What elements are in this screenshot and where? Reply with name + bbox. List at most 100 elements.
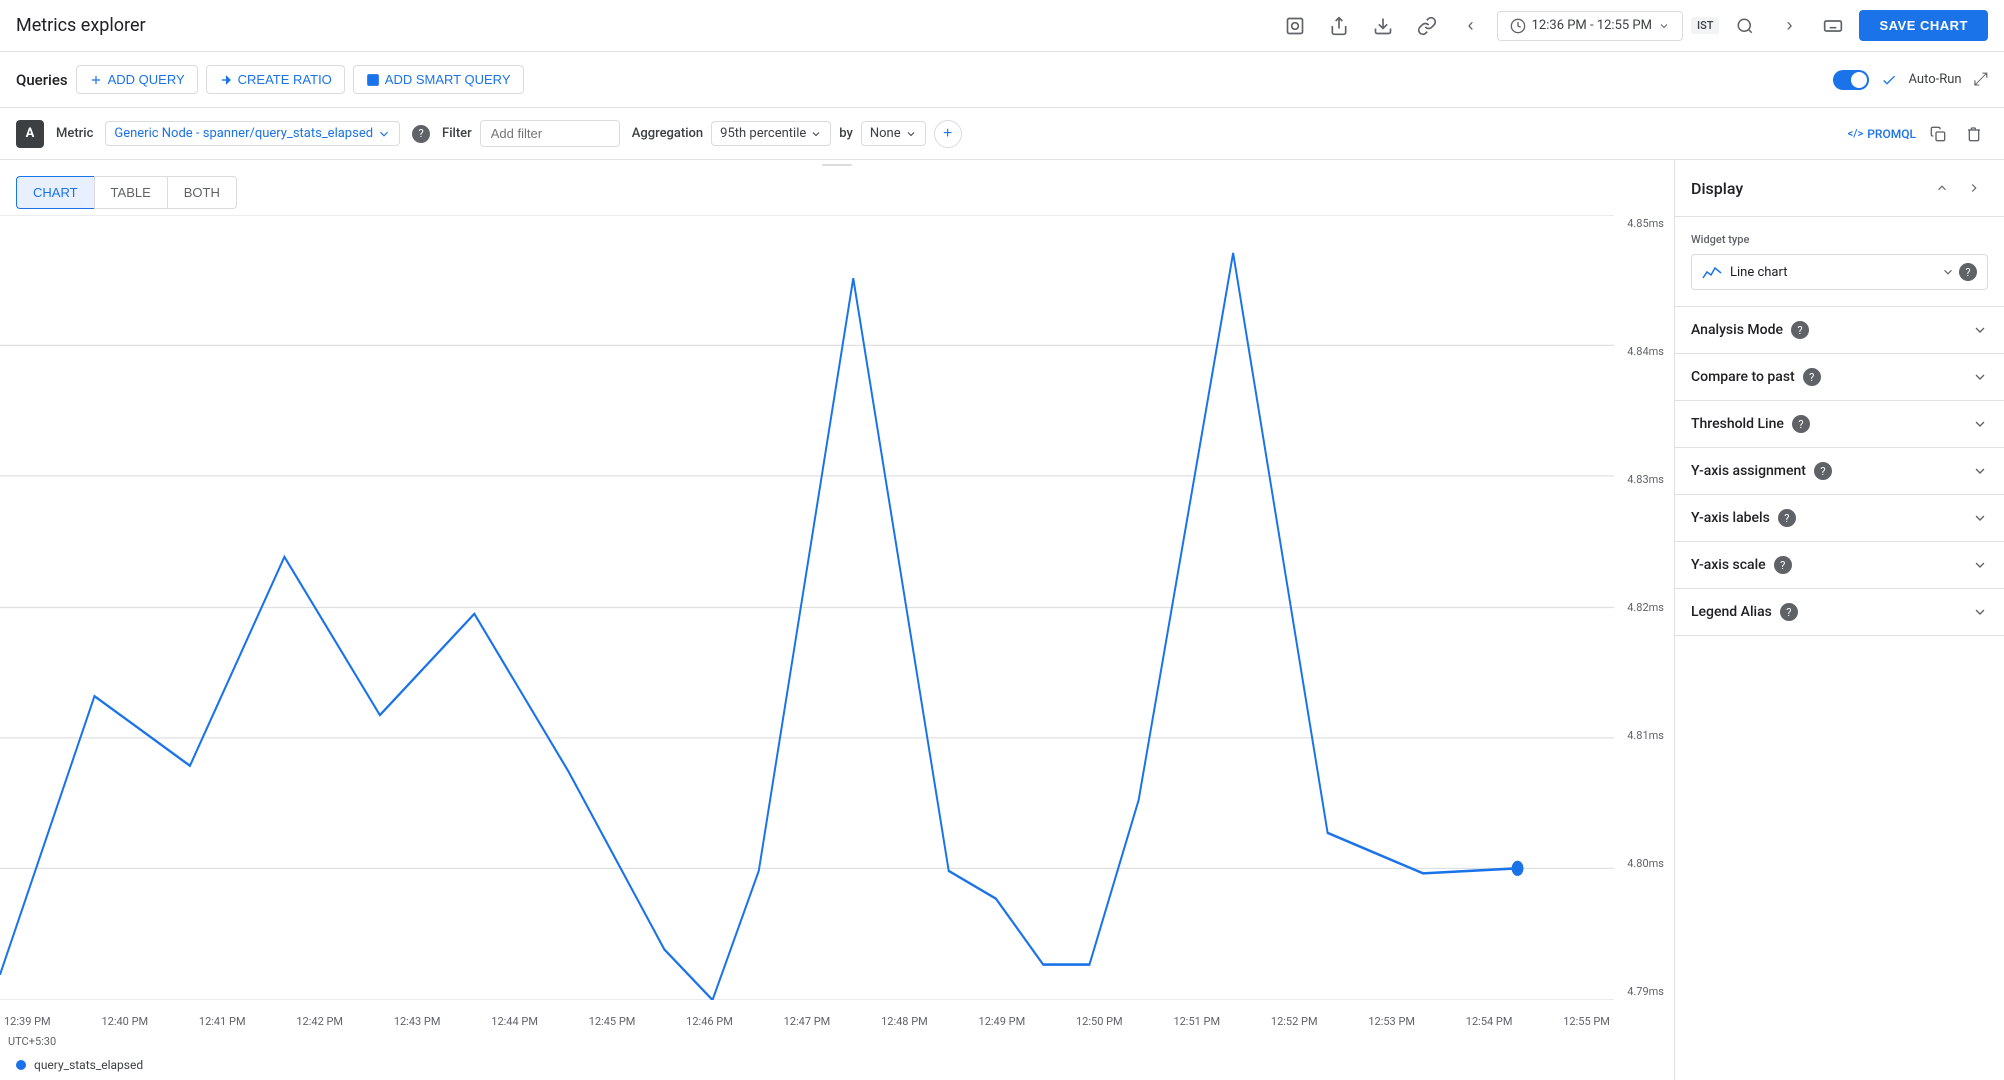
chart-area: CHART TABLE BOTH 4.85ms 4.84ms 4.83ms 4.…: [0, 160, 1674, 1080]
download-icon-btn[interactable]: [1365, 8, 1401, 44]
panel-collapse-btn[interactable]: [1960, 174, 1988, 202]
keyboard-icon-btn[interactable]: [1815, 8, 1851, 44]
x-label-7: 12:46 PM: [686, 1015, 733, 1028]
drag-divider[interactable]: [822, 164, 852, 166]
compare-to-past-header[interactable]: Compare to past ?: [1675, 354, 2004, 400]
panel-up-icon-btn[interactable]: [1928, 174, 1956, 202]
y-axis-scale-section: Y-axis scale ?: [1675, 542, 2004, 589]
x-label-9: 12:48 PM: [881, 1015, 928, 1028]
y-axis-labels-header[interactable]: Y-axis labels ?: [1675, 495, 2004, 541]
y-axis-labels-section: Y-axis labels ?: [1675, 495, 2004, 542]
time-range-selector[interactable]: 12:36 PM - 12:55 PM: [1497, 11, 1683, 41]
y-axis-scale-header[interactable]: Y-axis scale ?: [1675, 542, 2004, 588]
auto-run-toggle[interactable]: [1833, 70, 1869, 90]
x-label-8: 12:47 PM: [784, 1015, 831, 1028]
panel-header-actions: [1928, 174, 1988, 202]
legend-dot: [16, 1060, 26, 1070]
x-label-16: 12:55 PM: [1563, 1015, 1610, 1028]
by-label: by: [839, 126, 853, 141]
agg-dropdown-icon: [810, 128, 822, 140]
chart-tab[interactable]: CHART: [16, 176, 94, 209]
y-axis-labels-help[interactable]: ?: [1778, 509, 1796, 527]
app-title: Metrics explorer: [16, 15, 146, 36]
aggregation-label: Aggregation: [632, 126, 703, 141]
nav-forward-btn[interactable]: ›: [1771, 8, 1807, 44]
widget-help-icon[interactable]: ?: [1959, 263, 1977, 281]
x-axis-labels: 12:39 PM 12:40 PM 12:41 PM 12:42 PM 12:4…: [0, 1015, 1614, 1028]
y-axis-assignment-title: Y-axis assignment: [1691, 463, 1806, 479]
by-dropdown-icon: [905, 128, 917, 140]
time-range-text: 12:36 PM - 12:55 PM: [1532, 18, 1652, 33]
legend-alias-header[interactable]: Legend Alias ?: [1675, 589, 2004, 635]
y-label-4: 4.81ms: [1627, 729, 1664, 742]
panel-title: Display: [1691, 179, 1743, 198]
add-aggregation-button[interactable]: +: [934, 120, 962, 148]
metric-label: Metric: [56, 126, 93, 141]
both-tab[interactable]: BOTH: [168, 176, 237, 209]
widget-type-container: Widget type Line chart ?: [1675, 217, 2004, 307]
panel-header: Display: [1675, 160, 2004, 217]
threshold-line-chevron: [1972, 416, 1988, 432]
timezone-label: UTC+5:30: [8, 1035, 56, 1048]
line-chart-svg: [0, 215, 1614, 1000]
widget-type-value: Line chart: [1730, 265, 1787, 280]
screenshot-icon-btn[interactable]: [1277, 8, 1313, 44]
queries-left: Queries ADD QUERY CREATE RATIO ADD SMART…: [16, 65, 524, 94]
query-letter-badge: A: [16, 120, 44, 148]
y-axis-scale-title: Y-axis scale: [1691, 557, 1766, 573]
query-row: A Metric Generic Node - spanner/query_st…: [0, 108, 2004, 160]
y-axis-assignment-chevron: [1972, 463, 1988, 479]
legend-alias-title: Legend Alias: [1691, 604, 1772, 620]
delete-query-button[interactable]: [1960, 120, 1988, 148]
nav-back-btn[interactable]: ‹: [1453, 8, 1489, 44]
y-axis-assignment-header[interactable]: Y-axis assignment ?: [1675, 448, 2004, 494]
y-axis-assignment-help[interactable]: ?: [1814, 462, 1832, 480]
main-content: CHART TABLE BOTH 4.85ms 4.84ms 4.83ms 4.…: [0, 160, 2004, 1080]
line-chart-icon: [1702, 264, 1722, 280]
copy-query-button[interactable]: [1924, 120, 1952, 148]
y-label-5: 4.80ms: [1627, 857, 1664, 870]
widget-type-selector[interactable]: Line chart ?: [1691, 254, 1988, 290]
create-ratio-button[interactable]: CREATE RATIO: [206, 65, 345, 94]
threshold-line-header[interactable]: Threshold Line ?: [1675, 401, 2004, 447]
threshold-line-title: Threshold Line: [1691, 416, 1784, 432]
analysis-mode-help[interactable]: ?: [1791, 321, 1809, 339]
queries-label: Queries: [16, 71, 68, 89]
compare-to-past-help[interactable]: ?: [1803, 368, 1821, 386]
metric-help-icon[interactable]: ?: [412, 125, 430, 143]
aggregation-value: 95th percentile: [720, 126, 806, 141]
y-axis-scale-help[interactable]: ?: [1774, 556, 1792, 574]
search-icon-btn[interactable]: [1727, 8, 1763, 44]
table-tab[interactable]: TABLE: [94, 176, 168, 209]
aggregation-selector[interactable]: 95th percentile: [711, 121, 831, 146]
share-icon-btn[interactable]: [1321, 8, 1357, 44]
x-label-6: 12:45 PM: [589, 1015, 636, 1028]
compare-to-past-chevron: [1972, 369, 1988, 385]
metric-selector[interactable]: Generic Node - spanner/query_stats_elaps…: [105, 121, 400, 146]
legend-alias-section: Legend Alias ?: [1675, 589, 2004, 636]
x-label-13: 12:52 PM: [1271, 1015, 1318, 1028]
analysis-mode-title: Analysis Mode: [1691, 322, 1783, 338]
chart-wrapper: 4.85ms 4.84ms 4.83ms 4.82ms 4.81ms 4.80m…: [0, 215, 1674, 1050]
chevron-up-icon: [1935, 181, 1949, 195]
analysis-mode-chevron: [1972, 322, 1988, 338]
link-icon-btn[interactable]: [1409, 8, 1445, 44]
widget-type-label: Widget type: [1691, 233, 1988, 246]
by-selector[interactable]: None: [861, 121, 926, 146]
threshold-line-help[interactable]: ?: [1792, 415, 1810, 433]
save-chart-button[interactable]: SAVE CHART: [1859, 10, 1988, 41]
queries-right: Auto-Run ⤢: [1833, 69, 1988, 90]
panel-close-icon: [1967, 181, 1981, 195]
timezone-badge: IST: [1691, 17, 1719, 34]
collapse-button[interactable]: ⤢: [1974, 69, 1988, 90]
add-smart-query-button[interactable]: ADD SMART QUERY: [353, 65, 524, 94]
filter-input[interactable]: [480, 120, 620, 147]
analysis-mode-section: Analysis Mode ?: [1675, 307, 2004, 354]
legend-alias-help[interactable]: ?: [1780, 603, 1798, 621]
promql-button[interactable]: </> PROMQL: [1848, 127, 1916, 141]
add-query-button[interactable]: ADD QUERY: [76, 65, 198, 94]
analysis-mode-header[interactable]: Analysis Mode ?: [1675, 307, 2004, 353]
search-icon: [1736, 17, 1754, 35]
y-label-2: 4.83ms: [1627, 473, 1664, 486]
chart-tabs-container: CHART TABLE BOTH: [0, 170, 1674, 215]
